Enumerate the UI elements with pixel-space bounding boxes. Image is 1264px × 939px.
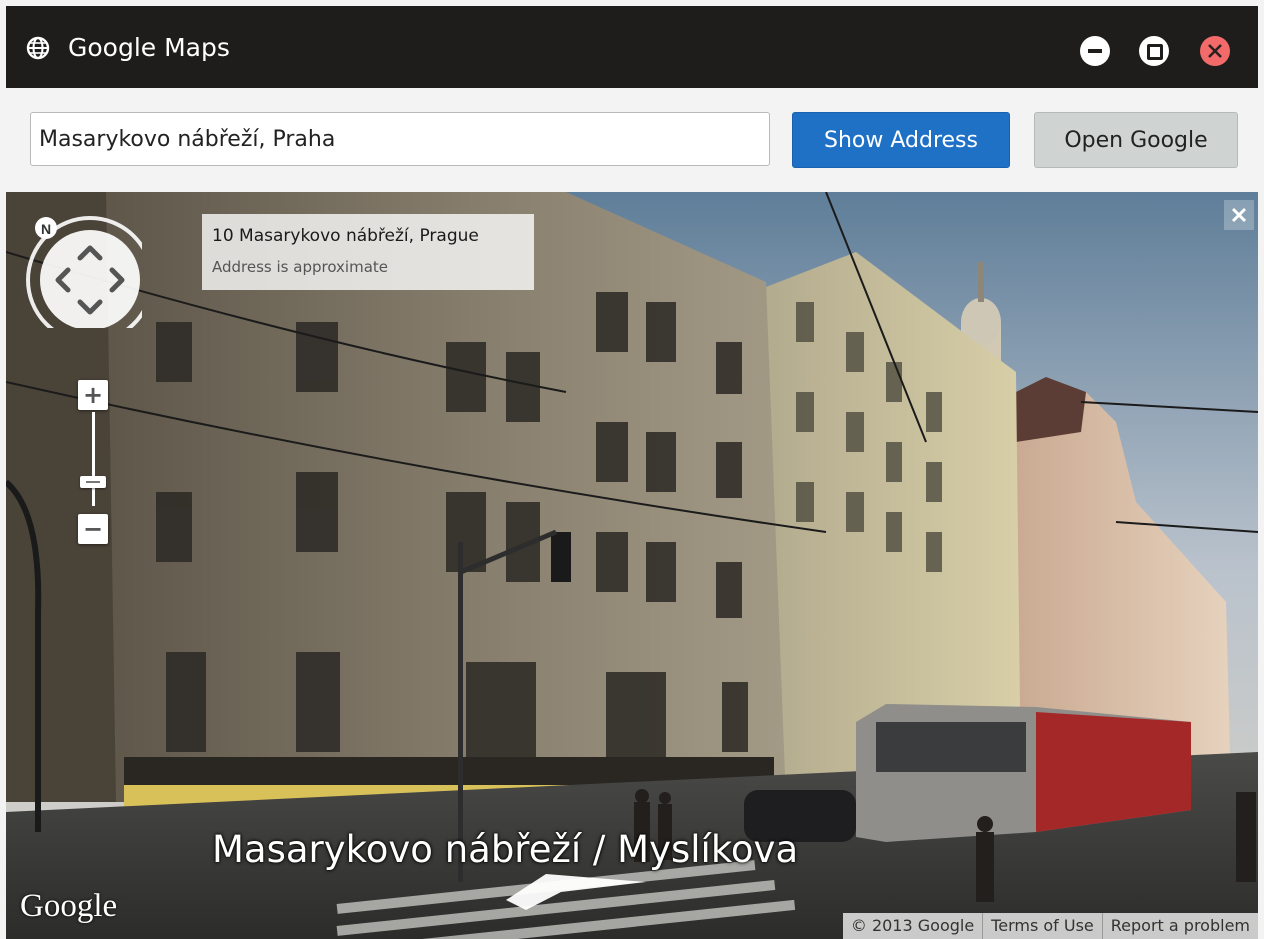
close-icon — [1208, 44, 1222, 58]
open-google-button[interactable]: Open Google — [1034, 112, 1238, 168]
address-info-card: 10 Masarykovo nábřeží, Prague Address is… — [202, 214, 534, 290]
terms-of-use-link[interactable]: Terms of Use — [982, 913, 1102, 939]
show-address-button[interactable]: Show Address — [792, 112, 1010, 168]
title-bar: Google Maps — [6, 6, 1258, 88]
close-streetview-button[interactable] — [1224, 200, 1254, 230]
address-input[interactable] — [30, 112, 770, 166]
copyright-text: © 2013 Google — [850, 916, 975, 935]
zoom-slider-track[interactable] — [92, 412, 95, 506]
maximize-button[interactable] — [1139, 36, 1169, 66]
street-view-panorama[interactable]: N + − 10 Masarykovo nábřeží, Prague Addr… — [6, 192, 1258, 939]
google-logo: Google — [20, 888, 118, 924]
compass-north-label: N — [41, 221, 51, 237]
address-note: Address is approximate — [212, 258, 389, 276]
close-window-button[interactable] — [1200, 36, 1230, 66]
address-title: 10 Masarykovo nábřeží, Prague — [212, 226, 479, 246]
close-icon — [1231, 207, 1247, 223]
street-name-label: Masarykovo nábřeží / Myslíkova — [212, 828, 799, 871]
minimize-button[interactable] — [1080, 36, 1110, 66]
zoom-out-button[interactable]: − — [78, 514, 108, 544]
report-problem-link[interactable]: Report a problem — [1101, 913, 1258, 939]
street-view-image — [6, 192, 1258, 939]
zoom-in-button[interactable]: + — [78, 380, 108, 410]
pan-compass-control[interactable]: N — [24, 210, 142, 328]
globe-icon — [26, 36, 50, 60]
map-footer: © 2013 Google Terms of Use Report a prob… — [842, 913, 1258, 939]
window-title: Google Maps — [68, 33, 230, 62]
zoom-slider-handle[interactable] — [80, 476, 106, 488]
